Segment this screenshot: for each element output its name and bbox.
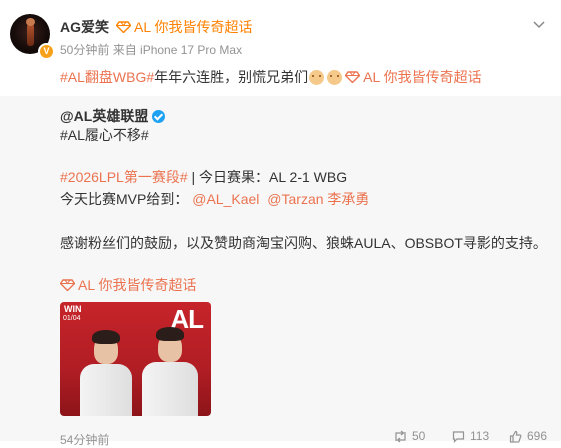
repost-mvp-prefix: 今天比赛MVP给到： (60, 191, 189, 207)
supertopic-gem-icon (345, 71, 361, 83)
repost-time[interactable]: 54分钟前 (60, 431, 109, 448)
post-time[interactable]: 50分钟前 (60, 43, 109, 57)
dog-emoji-icon (309, 69, 325, 85)
repost-hashtag-2[interactable]: #2026LPL第一赛段# (60, 169, 188, 185)
post-meta: 50分钟前 来自 iPhone 17 Pro Max (60, 41, 242, 58)
repost-author[interactable]: @AL英雄联盟 (60, 106, 166, 126)
mention-tarzan[interactable]: @Tarzan 李承勇 (267, 191, 369, 207)
vip-badge-icon: V (38, 43, 55, 60)
more-icon[interactable] (531, 16, 547, 32)
photo-date: 01/04 (63, 315, 81, 322)
supertopic-gem-icon (60, 279, 75, 291)
post-hashtag[interactable]: #AL翻盘WBG# (60, 67, 154, 87)
username[interactable]: AG爱笑 (60, 17, 109, 37)
mention-kael[interactable]: @AL_Kael (192, 191, 259, 207)
repost-supertopic-label: AL 你我皆传奇超话 (78, 277, 197, 293)
repost-thanks: 感谢粉丝们的鼓励，以及赞助商淘宝闪购、狼蛛AULA、OBSBOT寻影的支持。 (60, 235, 547, 251)
photo-win-label: WIN (64, 304, 82, 314)
repost-result-line: #2026LPL第一赛段# | 今日赛果：AL 2-1 WBG (60, 167, 347, 187)
match-photo[interactable]: WIN 01/04 AL (60, 302, 211, 416)
repost-author-name[interactable]: @AL英雄联盟 (60, 106, 148, 126)
player-figure-left (80, 326, 132, 416)
supertopic-gem-icon (116, 21, 131, 33)
repost-mvp-line: 今天比赛MVP给到： @AL_Kael @Tarzan 李承勇 (60, 189, 369, 209)
player-figure-right (142, 322, 198, 416)
post-header: V AG爱笑 AL 你我皆传奇超话 50分钟前 来自 iPhone 17 Pro… (0, 0, 561, 96)
verified-icon (152, 109, 166, 123)
user-supertopic-label: AL 你我皆传奇超话 (134, 19, 253, 35)
reposted-content: @AL英雄联盟 #AL履心不移# #2026LPL第一赛段# | 今日赛果：AL… (0, 96, 561, 447)
post-device: 来自 iPhone 17 Pro Max (112, 43, 243, 57)
repost-result: | 今日赛果：AL 2-1 WBG (187, 169, 348, 185)
repost-supertopic-tag[interactable]: AL 你我皆传奇超话 (60, 275, 197, 295)
repost-hashtag-1[interactable]: #AL履心不移# (60, 125, 149, 145)
dog-emoji-icon (327, 69, 343, 85)
post-text: #AL翻盘WBG# 年年六连胜，别慌兄弟们 AL 你我皆传奇超话 (60, 67, 482, 87)
post-supertopic-link[interactable]: AL 你我皆传奇超话 (363, 67, 482, 87)
post-body: 年年六连胜，别慌兄弟们 (154, 69, 309, 85)
user-supertopic-tag[interactable]: AL 你我皆传奇超话 (116, 17, 253, 37)
